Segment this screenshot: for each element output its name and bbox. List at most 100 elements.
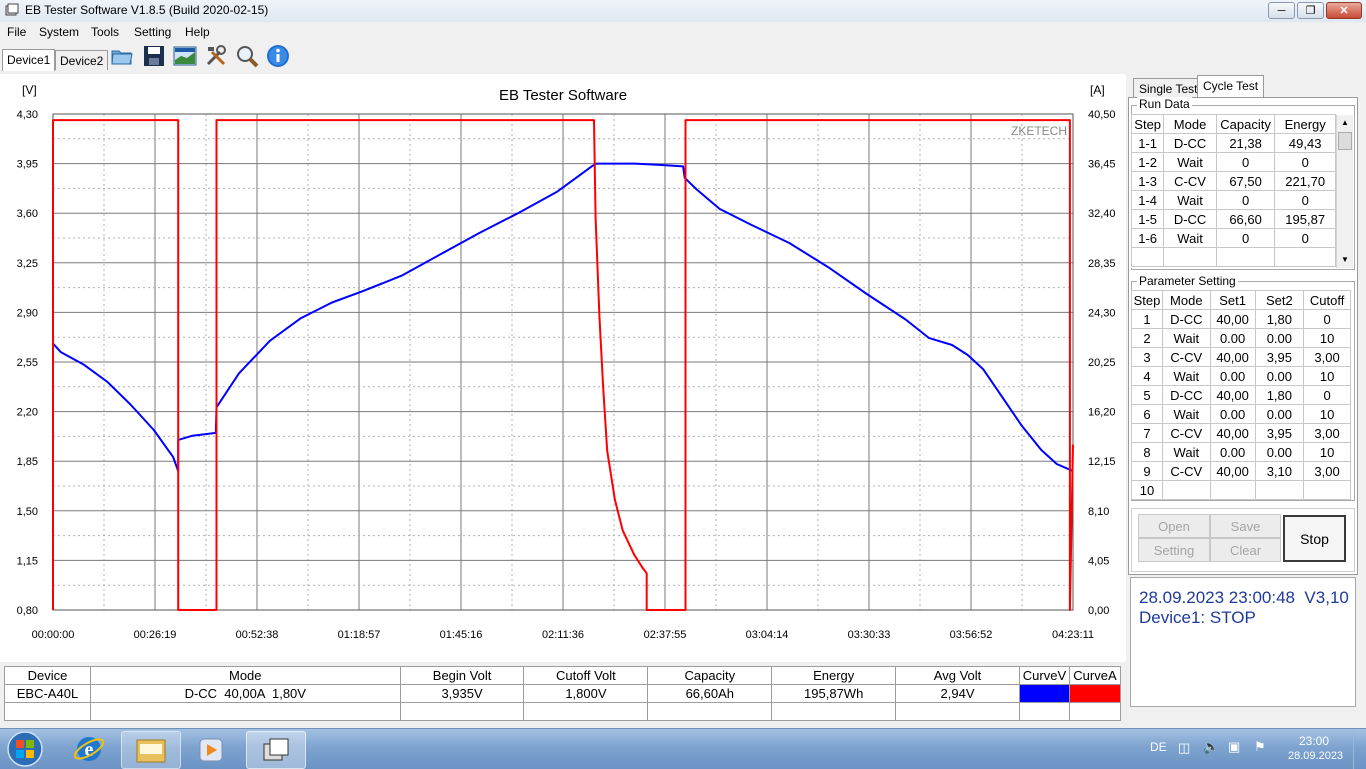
table-row[interactable]: 1-6 Wait 0 0 xyxy=(1131,228,1336,248)
minimize-button[interactable]: ─ xyxy=(1268,2,1295,19)
param-cell[interactable]: 0.00 xyxy=(1254,328,1305,348)
param-cell[interactable]: C-CV xyxy=(1161,347,1211,367)
action-center-icon[interactable]: ⚑ xyxy=(1254,739,1266,755)
start-button-icon[interactable] xyxy=(5,730,45,768)
param-cell[interactable]: 1,80 xyxy=(1254,309,1305,329)
param-cell[interactable]: 1,80 xyxy=(1254,385,1305,405)
param-cell[interactable]: D-CC xyxy=(1161,309,1211,329)
table-row[interactable]: 4 Wait 0.00 0.00 10 xyxy=(1131,366,1351,386)
table-row[interactable]: 1 D-CC 40,00 1,80 0 xyxy=(1131,309,1351,329)
tab-device2[interactable]: Device2 xyxy=(55,50,109,70)
table-row[interactable]: 8 Wait 0.00 0.00 10 xyxy=(1131,442,1351,462)
param-cell[interactable]: 40,00 xyxy=(1209,461,1256,481)
maximize-button[interactable]: ❐ xyxy=(1297,2,1324,19)
menu-system[interactable]: System xyxy=(39,25,79,39)
param-cell[interactable]: 3,00 xyxy=(1303,423,1351,443)
show-desktop-button[interactable] xyxy=(1353,729,1366,769)
param-cell[interactable]: Wait xyxy=(1161,366,1211,386)
table-row[interactable]: 1-3 C-CV 67,50 221,70 xyxy=(1131,171,1336,191)
param-cell[interactable]: 3,95 xyxy=(1254,423,1305,443)
table-row[interactable]: 1-2 Wait 0 0 xyxy=(1131,152,1336,172)
open-folder-icon[interactable] xyxy=(110,44,134,68)
taskbar-eb-tester[interactable] xyxy=(246,731,306,769)
param-cell[interactable]: Wait xyxy=(1161,328,1211,348)
taskbar-explorer[interactable] xyxy=(121,731,181,769)
menu-setting[interactable]: Setting xyxy=(134,25,171,39)
param-cell[interactable]: 40,00 xyxy=(1209,385,1256,405)
param-cell[interactable]: C-CV xyxy=(1161,423,1211,443)
taskbar-media-player[interactable] xyxy=(182,731,240,767)
table-row[interactable]: 1-5 D-CC 66,60 195,87 xyxy=(1131,209,1336,229)
table-row[interactable]: 1-1 D-CC 21,38 49,43 xyxy=(1131,133,1336,153)
param-cell[interactable]: 0.00 xyxy=(1209,328,1256,348)
network-icon[interactable]: ▣ xyxy=(1228,739,1240,755)
speaker-icon[interactable]: 🔈 xyxy=(1203,739,1219,755)
curve-a-color-swatch[interactable] xyxy=(1068,684,1122,703)
clock-date[interactable]: 28.09.2023 xyxy=(1288,750,1343,762)
clear-button[interactable]: Clear xyxy=(1210,538,1281,562)
param-cell[interactable]: D-CC xyxy=(1161,385,1211,405)
menu-tools[interactable]: Tools xyxy=(91,25,119,39)
info-icon[interactable] xyxy=(266,44,290,68)
param-cell[interactable]: 0 xyxy=(1303,309,1351,329)
save-disk-icon[interactable] xyxy=(142,44,166,68)
param-cell[interactable]: C-CV xyxy=(1161,461,1211,481)
clock-time[interactable]: 23:00 xyxy=(1299,734,1329,748)
save-button[interactable]: Save xyxy=(1210,514,1281,538)
tools-icon[interactable] xyxy=(204,44,228,68)
table-row[interactable]: 7 C-CV 40,00 3,95 3,00 xyxy=(1131,423,1351,443)
title-bar[interactable]: EB Tester Software V1.8.5 (Build 2020-02… xyxy=(0,0,1366,23)
open-button[interactable]: Open xyxy=(1138,514,1210,538)
table-row[interactable]: 10 xyxy=(1131,480,1351,500)
chart-image-icon[interactable] xyxy=(173,44,197,68)
param-cell[interactable]: 0.00 xyxy=(1209,442,1256,462)
magnifier-icon[interactable] xyxy=(235,44,259,68)
table-row[interactable]: 3 C-CV 40,00 3,95 3,00 xyxy=(1131,347,1351,367)
param-cell[interactable]: 10 xyxy=(1303,328,1351,348)
menu-file[interactable]: File xyxy=(7,25,26,39)
table-row[interactable]: 2 Wait 0.00 0.00 10 xyxy=(1131,328,1351,348)
curve-v-color-swatch[interactable] xyxy=(1018,684,1070,703)
param-cell[interactable]: 10 xyxy=(1303,404,1351,424)
param-cell[interactable]: 0.00 xyxy=(1209,366,1256,386)
tab-cycle-test[interactable]: Cycle Test xyxy=(1197,75,1265,98)
table-row[interactable]: 9 C-CV 40,00 3,10 3,00 xyxy=(1131,461,1351,481)
table-row[interactable]: 5 D-CC 40,00 1,80 0 xyxy=(1131,385,1351,405)
param-cell[interactable]: Wait xyxy=(1161,442,1211,462)
param-cell[interactable]: 40,00 xyxy=(1209,423,1256,443)
param-cell[interactable] xyxy=(1303,480,1351,500)
param-cell[interactable] xyxy=(1161,480,1211,500)
param-cell[interactable] xyxy=(1254,480,1305,500)
scroll-up-icon[interactable]: ▲ xyxy=(1337,115,1353,131)
setting-button[interactable]: Setting xyxy=(1138,538,1210,562)
stop-button[interactable]: Stop xyxy=(1283,515,1346,562)
param-cell[interactable]: 0.00 xyxy=(1254,366,1305,386)
param-cell[interactable]: 10 xyxy=(1303,442,1351,462)
tab-device1[interactable]: Device1 xyxy=(2,49,56,71)
tray-device-icon[interactable]: ◫ xyxy=(1178,740,1190,756)
param-cell[interactable]: 0.00 xyxy=(1254,404,1305,424)
language-indicator[interactable]: DE xyxy=(1150,740,1167,754)
table-row[interactable]: 6 Wait 0.00 0.00 10 xyxy=(1131,404,1351,424)
tab-single-test[interactable]: Single Test xyxy=(1133,78,1204,97)
param-cell[interactable] xyxy=(1209,480,1256,500)
run-data-scrollbar[interactable]: ▲ ▼ xyxy=(1336,115,1353,268)
param-cell[interactable]: 3,00 xyxy=(1303,461,1351,481)
param-cell[interactable]: 0 xyxy=(1303,385,1351,405)
scroll-down-icon[interactable]: ▼ xyxy=(1337,252,1353,268)
param-cell[interactable]: 0.00 xyxy=(1209,404,1256,424)
param-cell[interactable]: 40,00 xyxy=(1209,309,1256,329)
param-cell[interactable]: 3,95 xyxy=(1254,347,1305,367)
table-row[interactable]: 1-4 Wait 0 0 xyxy=(1131,190,1336,210)
scroll-thumb[interactable] xyxy=(1338,132,1352,150)
param-cell[interactable]: 3,10 xyxy=(1254,461,1305,481)
param-cell[interactable]: 0.00 xyxy=(1254,442,1305,462)
internet-explorer-icon[interactable]: e xyxy=(72,732,106,766)
param-cell[interactable]: 3,00 xyxy=(1303,347,1351,367)
close-button[interactable]: ✕ xyxy=(1326,2,1362,19)
table-row[interactable] xyxy=(1131,247,1336,267)
param-cell[interactable]: Wait xyxy=(1161,404,1211,424)
menu-help[interactable]: Help xyxy=(185,25,210,39)
param-cell[interactable]: 40,00 xyxy=(1209,347,1256,367)
param-cell[interactable]: 10 xyxy=(1303,366,1351,386)
